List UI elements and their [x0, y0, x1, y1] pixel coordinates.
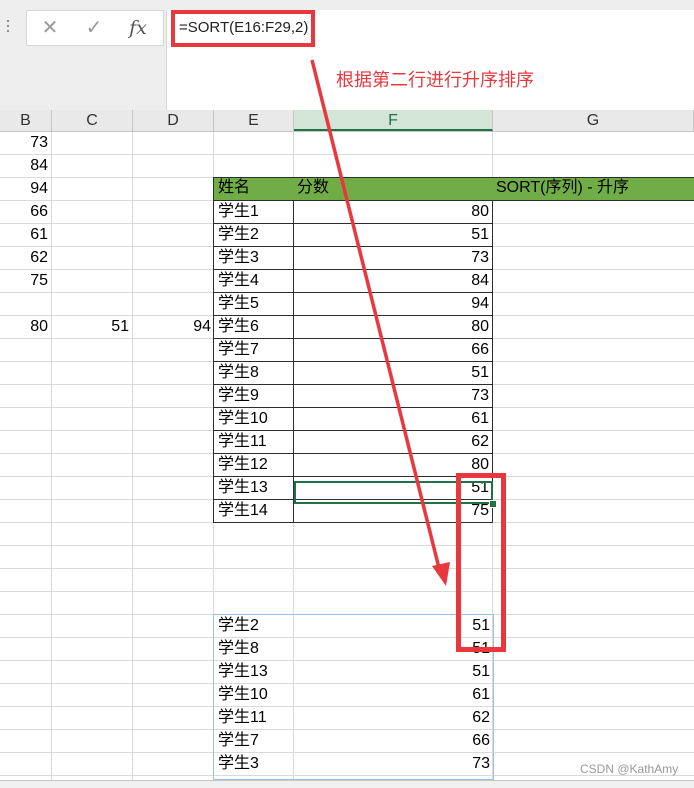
table-cell-score[interactable]: 94	[293, 293, 493, 316]
table-cell-name[interactable]: 学生12	[213, 454, 294, 477]
cell-b-value[interactable]: 73	[0, 132, 51, 154]
cell-b-value[interactable]: 75	[0, 270, 51, 292]
column-header-g[interactable]: G	[493, 110, 694, 131]
table-cell-name[interactable]: 学生13	[213, 477, 294, 500]
column-header-c[interactable]: C	[52, 110, 133, 131]
watermark: CSDN @KathAmy	[580, 762, 679, 776]
table-cell-name[interactable]: 学生5	[213, 293, 294, 316]
result-cell-score[interactable]: 62	[294, 707, 493, 729]
result-cell-name[interactable]: 学生8	[213, 638, 294, 660]
result-cell-score[interactable]: 66	[294, 730, 493, 752]
result-cell-name[interactable]: 学生10	[213, 684, 294, 706]
column-header-e[interactable]: E	[214, 110, 294, 131]
table-cell-name[interactable]: 学生6	[213, 316, 294, 339]
cell-row-value[interactable]: 94	[133, 316, 214, 338]
formula-bar-area: ✕ ✓ fx =SORT(E16:F29,2) 根据第二行进行升序排序	[0, 0, 694, 110]
table-header-score[interactable]: 分数	[293, 177, 493, 201]
cell-row-value[interactable]: 80	[0, 316, 51, 338]
result-cell-name[interactable]: 学生11	[213, 707, 294, 729]
result-cell-name[interactable]: 学生2	[213, 615, 294, 637]
result-cell-score[interactable]: 51	[294, 661, 493, 683]
table-cell-score[interactable]: 62	[293, 431, 493, 454]
table-cell-score[interactable]: 61	[293, 408, 493, 431]
formula-buttons: ✕ ✓ fx	[26, 10, 164, 46]
table-cell-score[interactable]: 73	[293, 247, 493, 270]
table-header-sort[interactable]: SORT(序列) - 升序	[492, 177, 694, 201]
insert-function-icon[interactable]: fx	[123, 15, 153, 41]
table-cell-score[interactable]: 66	[293, 339, 493, 362]
enter-check-icon[interactable]: ✓	[79, 15, 109, 41]
column-header-d[interactable]: D	[133, 110, 214, 131]
result-cell-name[interactable]: 学生3	[213, 753, 294, 775]
table-header-name[interactable]: 姓名	[213, 177, 294, 201]
result-cell-score[interactable]: 61	[294, 684, 493, 706]
cell-b-value[interactable]: 61	[0, 224, 51, 246]
cell-b-value[interactable]: 62	[0, 247, 51, 269]
table-cell-score[interactable]: 80	[293, 316, 493, 339]
result-highlight-box	[456, 473, 506, 652]
cancel-icon[interactable]: ✕	[35, 15, 65, 41]
result-cell-name[interactable]: 学生13	[213, 661, 294, 683]
column-header-b[interactable]: B	[0, 110, 52, 131]
table-cell-score[interactable]: 51	[293, 224, 493, 247]
formula-highlight-box	[171, 10, 315, 47]
table-cell-name[interactable]: 学生9	[213, 385, 294, 408]
cell-b-value[interactable]: 84	[0, 155, 51, 177]
table-cell-name[interactable]: 学生4	[213, 270, 294, 293]
result-cell-score[interactable]: 73	[294, 753, 493, 775]
cell-b-value[interactable]: 94	[0, 178, 51, 200]
result-cell-name[interactable]: 学生7	[213, 730, 294, 752]
namebox-resize-handle[interactable]	[7, 20, 9, 36]
column-header-row: B C D E F G	[0, 110, 694, 132]
column-header-f[interactable]: F	[294, 110, 493, 131]
table-cell-score[interactable]: 51	[293, 362, 493, 385]
table-cell-name[interactable]: 学生8	[213, 362, 294, 385]
table-cell-name[interactable]: 学生7	[213, 339, 294, 362]
table-cell-name[interactable]: 学生14	[213, 500, 294, 523]
table-cell-name[interactable]: 学生11	[213, 431, 294, 454]
annotation-label: 根据第二行进行升序排序	[336, 70, 534, 90]
table-cell-name[interactable]: 学生1	[213, 201, 294, 224]
table-cell-name[interactable]: 学生10	[213, 408, 294, 431]
table-cell-name[interactable]: 学生3	[213, 247, 294, 270]
table-cell-score[interactable]: 80	[293, 201, 493, 224]
table-cell-score[interactable]: 73	[293, 385, 493, 408]
cell-row-value[interactable]: 51	[52, 316, 132, 338]
cell-b-value[interactable]: 66	[0, 201, 51, 223]
table-cell-score[interactable]: 84	[293, 270, 493, 293]
table-cell-name[interactable]: 学生2	[213, 224, 294, 247]
spreadsheet-grid[interactable]: 73 84 94 66 61 62 75 80 51 94 姓名 分数 SORT…	[0, 132, 694, 780]
